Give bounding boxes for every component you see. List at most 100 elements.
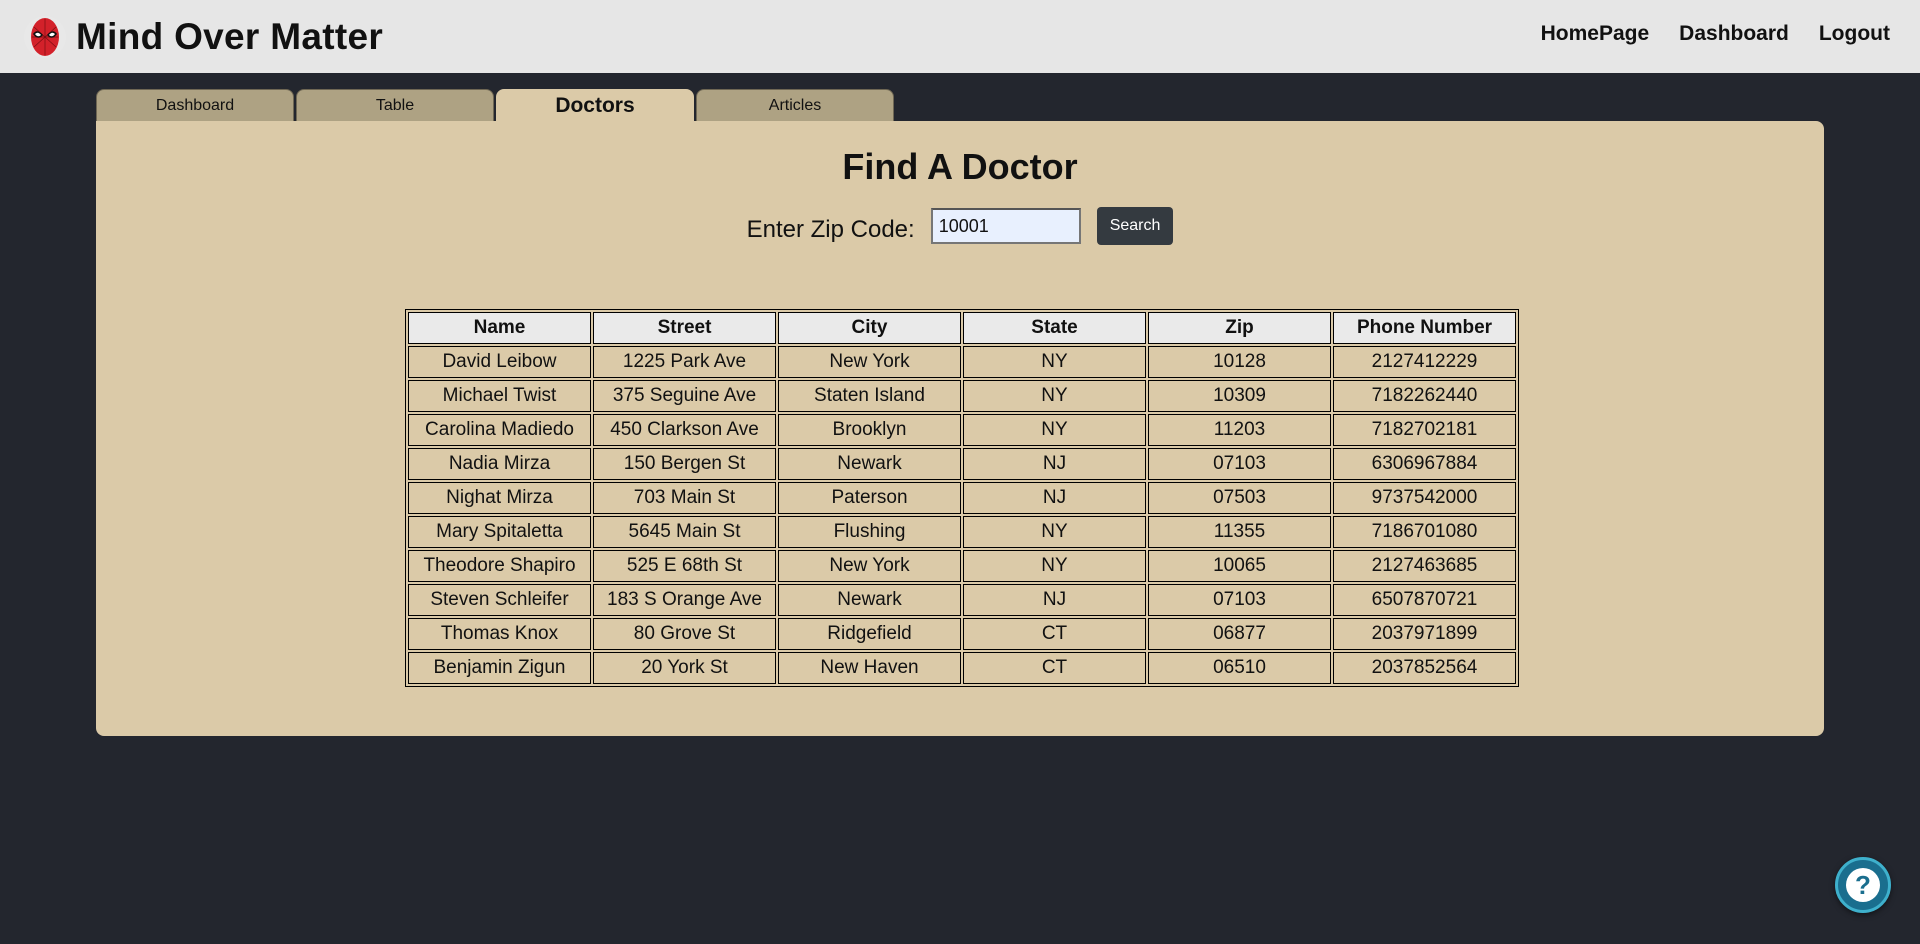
street-cell: 1225 Park Ave (593, 346, 776, 378)
city-cell: Flushing (778, 516, 961, 548)
doctors-table: Name Street City State Zip Phone Number … (405, 309, 1519, 687)
zip-cell: 10065 (1148, 550, 1331, 582)
nav-homepage-link[interactable]: HomePage (1541, 22, 1650, 46)
city-cell: New York (778, 550, 961, 582)
city-cell: Newark (778, 448, 961, 480)
phone-cell: 6306967884 (1333, 448, 1516, 480)
app-title: Mind Over Matter (76, 16, 384, 57)
doctor-name-cell: Michael Twist (408, 380, 591, 412)
doctor-name-cell: Nadia Mirza (408, 448, 591, 480)
doctors-table-body: David Leibow 1225 Park Ave New York NY 10128… (408, 346, 1516, 684)
column-header-city: City (778, 312, 961, 344)
tab-bar: Dashboard Table Doctors Articles (96, 89, 896, 122)
city-cell: New York (778, 346, 961, 378)
table-row: Carolina Madiedo 450 Clarkson Ave Brooklyn… (408, 414, 1516, 446)
phone-cell: 2127412229 (1333, 346, 1516, 378)
city-cell: Brooklyn (778, 414, 961, 446)
phone-cell: 7182262440 (1333, 380, 1516, 412)
search-button[interactable]: Search (1096, 207, 1174, 245)
table-row: Benjamin Zigun 20 York St New Haven CT 06510… (408, 652, 1516, 684)
doctor-name-cell: Carolina Madiedo (408, 414, 591, 446)
state-cell: NY (963, 346, 1146, 378)
street-cell: 5645 Main St (593, 516, 776, 548)
column-header-street: Street (593, 312, 776, 344)
doctor-name-cell: Steven Schleifer (408, 584, 591, 616)
doctors-panel: Find A Doctor Enter Zip Code: Search Nam… (96, 121, 1824, 736)
street-cell: 150 Bergen St (593, 448, 776, 480)
phone-cell: 6507870721 (1333, 584, 1516, 616)
street-cell: 703 Main St (593, 482, 776, 514)
help-button[interactable]: ? (1835, 857, 1891, 913)
tab-table[interactable]: Table (296, 89, 494, 121)
spiderman-mask-icon (24, 16, 66, 58)
brand[interactable]: Mind Over Matter (24, 14, 383, 60)
table-row: David Leibow 1225 Park Ave New York NY 10128… (408, 346, 1516, 378)
street-cell: 183 S Orange Ave (593, 584, 776, 616)
zip-cell: 10128 (1148, 346, 1331, 378)
table-row: Thomas Knox 80 Grove St Ridgefield CT 06877 2… (408, 618, 1516, 650)
page-title: Find A Doctor (842, 146, 1078, 187)
table-row: Nadia Mirza 150 Bergen St Newark NJ 07103 630… (408, 448, 1516, 480)
doctor-name-cell: Benjamin Zigun (408, 652, 591, 684)
state-cell: CT (963, 652, 1146, 684)
table-row: Mary Spitaletta 5645 Main St Flushing NY 113… (408, 516, 1516, 548)
state-cell: NJ (963, 584, 1146, 616)
zip-search-form: Enter Zip Code: Search (96, 207, 1824, 245)
column-header-zip: Zip (1148, 312, 1331, 344)
doctor-name-cell: David Leibow (408, 346, 591, 378)
zip-cell: 11203 (1148, 414, 1331, 446)
table-row: Theodore Shapiro 525 E 68th St New York NY 1… (408, 550, 1516, 582)
state-cell: NY (963, 380, 1146, 412)
city-cell: Paterson (778, 482, 961, 514)
phone-cell: 2037852564 (1333, 652, 1516, 684)
phone-cell: 2127463685 (1333, 550, 1516, 582)
state-cell: NJ (963, 448, 1146, 480)
top-nav: HomePage Dashboard Logout (1511, 22, 1890, 46)
doctor-name-cell: Nighat Mirza (408, 482, 591, 514)
tab-dashboard[interactable]: Dashboard (96, 89, 294, 121)
nav-dashboard-link[interactable]: Dashboard (1679, 22, 1789, 46)
table-row: Michael Twist 375 Seguine Ave Staten Islan… (408, 380, 1516, 412)
phone-cell: 2037971899 (1333, 618, 1516, 650)
city-cell: Newark (778, 584, 961, 616)
state-cell: CT (963, 618, 1146, 650)
state-cell: NY (963, 550, 1146, 582)
doctor-name-cell: Thomas Knox (408, 618, 591, 650)
zip-code-input[interactable] (930, 208, 1081, 244)
street-cell: 375 Seguine Ave (593, 380, 776, 412)
nav-logout-link[interactable]: Logout (1819, 22, 1890, 46)
phone-cell: 9737542000 (1333, 482, 1516, 514)
zip-cell: 07103 (1148, 584, 1331, 616)
phone-cell: 7182702181 (1333, 414, 1516, 446)
city-cell: Ridgefield (778, 618, 961, 650)
zip-cell: 11355 (1148, 516, 1331, 548)
street-cell: 450 Clarkson Ave (593, 414, 776, 446)
state-cell: NJ (963, 482, 1146, 514)
zip-cell: 06877 (1148, 618, 1331, 650)
street-cell: 80 Grove St (593, 618, 776, 650)
table-header-row: Name Street City State Zip Phone Number (408, 312, 1516, 344)
phone-cell: 7186701080 (1333, 516, 1516, 548)
zip-cell: 10309 (1148, 380, 1331, 412)
top-navbar: Mind Over Matter HomePage Dashboard Logo… (0, 0, 1920, 73)
column-header-phone: Phone Number (1333, 312, 1516, 344)
zip-cell: 06510 (1148, 652, 1331, 684)
table-row: Nighat Mirza 703 Main St Paterson NJ 07503 97… (408, 482, 1516, 514)
doctor-name-cell: Theodore Shapiro (408, 550, 591, 582)
zip-cell: 07503 (1148, 482, 1331, 514)
state-cell: NY (963, 516, 1146, 548)
city-cell: Staten Island (778, 380, 961, 412)
city-cell: New Haven (778, 652, 961, 684)
zip-cell: 07103 (1148, 448, 1331, 480)
tab-articles[interactable]: Articles (696, 89, 894, 121)
column-header-name: Name (408, 312, 591, 344)
zip-code-label: Enter Zip Code: (746, 216, 915, 243)
question-mark-icon: ? (1846, 868, 1880, 902)
doctor-name-cell: Mary Spitaletta (408, 516, 591, 548)
table-row: Steven Schleifer 183 S Orange Ave Newark NJ… (408, 584, 1516, 616)
tab-doctors[interactable]: Doctors (496, 89, 694, 122)
street-cell: 20 York St (593, 652, 776, 684)
state-cell: NY (963, 414, 1146, 446)
column-header-state: State (963, 312, 1146, 344)
street-cell: 525 E 68th St (593, 550, 776, 582)
